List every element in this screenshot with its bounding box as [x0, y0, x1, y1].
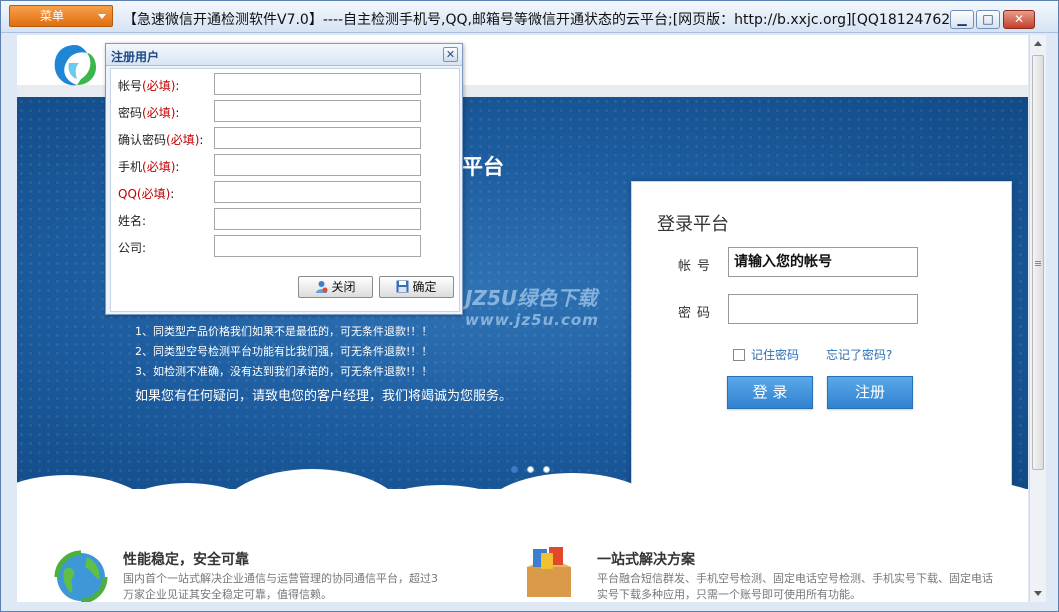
account-label: 帐号: [678, 259, 717, 274]
list-item: 3、如检测不准确，没有达到我们承诺的，可无条件退款!！！: [135, 365, 433, 378]
box-apps-icon: [527, 547, 571, 597]
scroll-up-icon[interactable]: [1034, 41, 1042, 46]
logo-icon: [54, 45, 97, 86]
close-dialog-label: 关闭: [331, 280, 356, 294]
field-label-password: 密码(必填):: [118, 106, 180, 120]
feature-title: 性能稳定，安全可靠: [123, 552, 249, 568]
dialog-title: 注册用户: [111, 50, 160, 64]
cloud-divider: [17, 455, 1028, 571]
confirm-button[interactable]: 确定: [379, 276, 454, 298]
password-input[interactable]: [728, 294, 918, 324]
chevron-down-icon: [98, 14, 106, 19]
password-label: 密码: [678, 306, 717, 321]
forgot-password-link[interactable]: 忘记了密码?: [826, 346, 892, 363]
list-item: 1、同类型产品价格我们如果不是最低的，可无条件退款!！！: [135, 325, 433, 338]
confirm-label: 确定: [412, 280, 437, 294]
app-window: 菜单 【急速微信开通检测软件V7.0】----自主检测手机号,QQ,邮箱号等微信…: [0, 0, 1059, 612]
hero-slogan: 平台: [462, 155, 504, 179]
name-field[interactable]: [214, 208, 421, 230]
globe-refresh-icon: [54, 550, 108, 602]
watermark-line1: JZ5U绿色下载: [465, 286, 598, 310]
field-label-phone: 手机(必填):: [118, 160, 180, 174]
account-field[interactable]: [214, 73, 421, 95]
minimize-icon: ▁: [957, 12, 967, 26]
close-dialog-button[interactable]: 关闭: [298, 276, 373, 298]
dialog-close-icon[interactable]: ✕: [443, 47, 458, 62]
list-item: 2、同类型空号检测平台功能有比我们强，可无条件退款!！！: [135, 345, 433, 358]
register-button[interactable]: 注册: [827, 376, 913, 409]
promise-list: 1、同类型产品价格我们如果不是最低的，可无条件退款!！！ 2、同类型空号检测平台…: [135, 322, 432, 382]
confirm-password-field[interactable]: [214, 127, 421, 149]
scroll-down-icon[interactable]: [1034, 591, 1042, 596]
dialog-title-bar[interactable]: 注册用户 ✕: [106, 44, 462, 66]
title-bar: 菜单 【急速微信开通检测软件V7.0】----自主检测手机号,QQ,邮箱号等微信…: [1, 1, 1058, 33]
phone-field[interactable]: [214, 154, 421, 176]
field-label-qq: QQ(必填):: [118, 187, 175, 201]
field-label-name: 姓名:: [118, 214, 147, 228]
menu-button-label: 菜单: [40, 9, 65, 23]
field-label-company: 公司:: [118, 241, 147, 255]
window-title: 【急速微信开通检测软件V7.0】----自主检测手机号,QQ,邮箱号等微信开通状…: [123, 12, 965, 28]
user-icon: [316, 281, 328, 293]
login-panel: 登录平台 帐号 请输入您的帐号 密码 记住密码 忘记了密码? 登 录 注册: [631, 181, 1012, 489]
remember-password[interactable]: 记住密码: [733, 346, 799, 363]
vertical-scrollbar[interactable]: [1029, 35, 1046, 602]
account-input[interactable]: 请输入您的帐号: [728, 247, 918, 277]
login-button[interactable]: 登 录: [727, 376, 813, 409]
login-title: 登录平台: [657, 214, 729, 235]
register-dialog: 注册用户 ✕ 帐号(必填): 密码(必填): 确认密码(必填): 手机(必填):…: [105, 43, 463, 315]
save-icon: [396, 280, 409, 293]
qq-field[interactable]: [214, 181, 421, 203]
minimize-button[interactable]: ▁: [950, 10, 974, 29]
field-label-confirm-password: 确认密码(必填):: [118, 133, 204, 147]
contact-text: 如果您有任何疑问，请致电您的客户经理，我们将竭诚为您服务。: [135, 389, 513, 404]
watermark-line2: www.jz5u.com: [465, 311, 599, 329]
scroll-thumb[interactable]: [1032, 55, 1044, 470]
close-icon: ✕: [1013, 12, 1025, 26]
watermark: JZ5U绿色下载 www.jz5u.com: [465, 287, 599, 331]
company-field[interactable]: [214, 235, 421, 257]
password-field[interactable]: [214, 100, 421, 122]
remember-label: 记住密码: [751, 348, 800, 362]
field-label-account: 帐号(必填):: [118, 79, 180, 93]
maximize-icon: □: [982, 12, 994, 26]
menu-button[interactable]: 菜单: [9, 5, 113, 27]
feature-desc: 国内首个一站式解决企业通信与运营管理的协同通信平台，超过3万家企业见证其安全稳定…: [123, 572, 438, 601]
feature-title: 一站式解决方案: [597, 552, 695, 568]
remember-checkbox[interactable]: [733, 349, 745, 361]
maximize-button[interactable]: □: [976, 10, 1000, 29]
close-button[interactable]: ✕: [1003, 10, 1035, 29]
dialog-body: 帐号(必填): 密码(必填): 确认密码(必填): 手机(必填): QQ(必填)…: [110, 68, 460, 312]
feature-desc: 平台融合短信群发、手机空号检测、固定电话空号检测、手机实号下载、固定电话实号下载…: [597, 572, 993, 601]
